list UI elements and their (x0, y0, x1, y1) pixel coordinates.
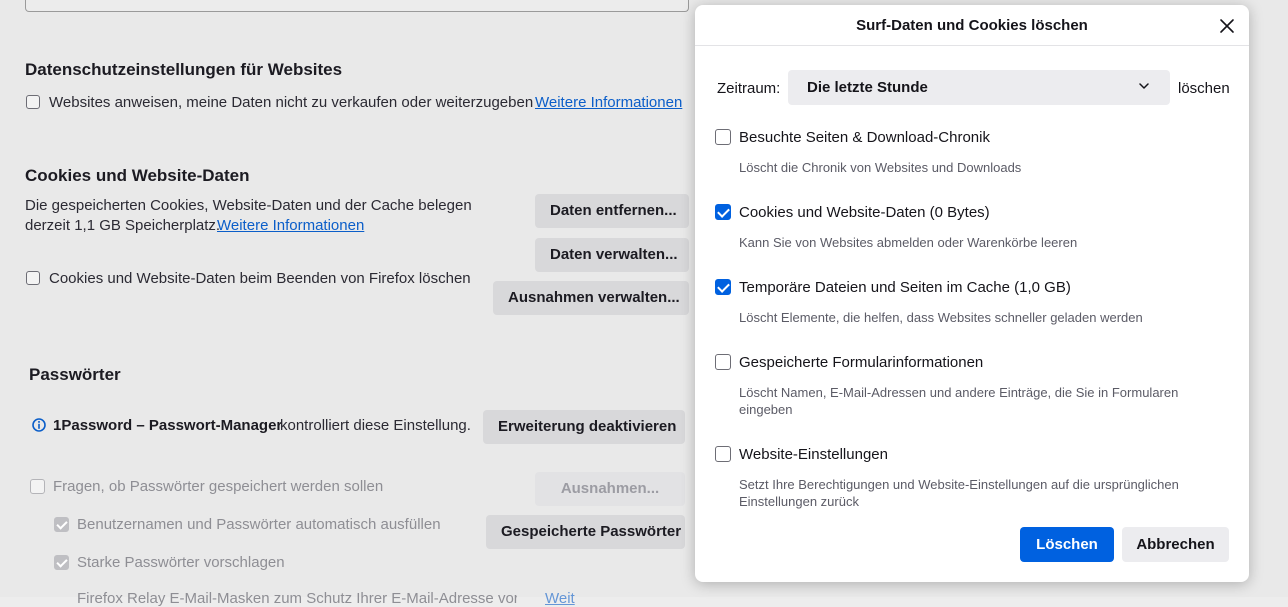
relay-more-info-link[interactable]: Weit (545, 590, 575, 607)
form-data-checkbox[interactable] (715, 354, 731, 370)
manage-data-button[interactable]: Daten verwalten... (535, 238, 689, 272)
suggest-strong-label: Starke Passwörter vorschlagen (77, 554, 285, 571)
site-settings-option-description: Setzt Ihre Berechtigungen und Website-Ei… (739, 477, 1179, 509)
cache-option-description: Löscht Elemente, die helfen, dass Websit… (739, 310, 1143, 325)
relay-masks-label: Firefox Relay E-Mail-Masken zum Schutz I… (77, 590, 517, 607)
close-icon[interactable] (1216, 15, 1238, 37)
site-settings-option-label[interactable]: Website-Einstellungen (739, 446, 888, 463)
cookies-description-line2: derzeit 1,1 GB Speicherplatz. (25, 217, 221, 234)
delete-on-close-checkbox[interactable] (26, 271, 40, 285)
disable-extension-button[interactable]: Erweiterung deaktivieren (483, 410, 685, 444)
cache-option-label[interactable]: Temporäre Dateien und Seiten im Cache (1… (739, 279, 1071, 296)
autofill-checkbox[interactable] (54, 517, 69, 532)
remove-data-button[interactable]: Daten entfernen... (535, 194, 689, 228)
manage-exceptions-button[interactable]: Ausnahmen verwalten... (493, 281, 689, 315)
timerange-label: Zeitraum: (717, 80, 781, 97)
cookies-more-info-link[interactable]: Weitere Informationen (217, 217, 364, 234)
do-not-sell-label: Websites anweisen, meine Daten nicht zu … (49, 94, 534, 111)
chevron-down-icon (1139, 83, 1149, 89)
clear-data-dialog: Surf-Daten und Cookies löschen Zeitraum:… (695, 5, 1249, 582)
info-icon (32, 418, 46, 432)
dialog-title-divider (695, 45, 1249, 46)
timerange-suffix: löschen (1178, 80, 1230, 97)
dialog-title: Surf-Daten und Cookies löschen (856, 17, 1088, 34)
privacy-more-info-link[interactable]: Weitere Informationen (535, 94, 682, 111)
cache-checkbox[interactable] (715, 279, 731, 295)
history-checkbox[interactable] (715, 129, 731, 145)
cookies-option-label[interactable]: Cookies und Website-Daten (0 Bytes) (739, 204, 990, 221)
cancel-button[interactable]: Abbrechen (1122, 527, 1229, 562)
form-data-option-description: Löscht Namen, E-Mail-Adressen und andere… (739, 385, 1179, 417)
cookies-checkbox[interactable] (715, 204, 731, 220)
clear-now-button[interactable]: Löschen (1020, 527, 1114, 562)
ask-save-passwords-checkbox[interactable] (30, 479, 45, 494)
cookies-option-description: Kann Sie von Websites abmelden oder Ware… (739, 235, 1078, 250)
extension-name: 1Password – Passwort-Manager (53, 417, 283, 434)
extension-controls-text: kontrolliert diese Einstellung. (280, 417, 471, 434)
search-field-partial (25, 0, 689, 12)
cookies-heading: Cookies und Website-Daten (25, 166, 250, 185)
cookies-description-line1: Die gespeicherten Cookies, Website-Daten… (25, 197, 472, 214)
saved-passwords-button[interactable]: Gespeicherte Passwörter (486, 515, 685, 549)
ask-save-passwords-label: Fragen, ob Passwörter gespeichert werden… (53, 478, 384, 495)
privacy-heading: Datenschutzeinstellungen für Websites (25, 60, 343, 79)
form-data-option-label[interactable]: Gespeicherte Formularinformationen (739, 354, 983, 371)
do-not-sell-checkbox[interactable] (26, 95, 40, 109)
history-option-description: Löscht die Chronik von Websites und Down… (739, 160, 1022, 175)
passwords-heading: Passwörter (29, 365, 121, 384)
timerange-select[interactable]: Die letzte Stunde (788, 70, 1170, 105)
site-settings-checkbox[interactable] (715, 446, 731, 462)
autofill-label: Benutzernamen und Passwörter automatisch… (77, 516, 441, 533)
delete-on-close-label: Cookies und Website-Daten beim Beenden v… (49, 270, 471, 287)
history-option-label[interactable]: Besuchte Seiten & Download-Chronik (739, 129, 990, 146)
suggest-strong-checkbox[interactable] (54, 555, 69, 570)
password-exceptions-button[interactable]: Ausnahmen... (535, 472, 685, 506)
timerange-value: Die letzte Stunde (807, 79, 928, 96)
